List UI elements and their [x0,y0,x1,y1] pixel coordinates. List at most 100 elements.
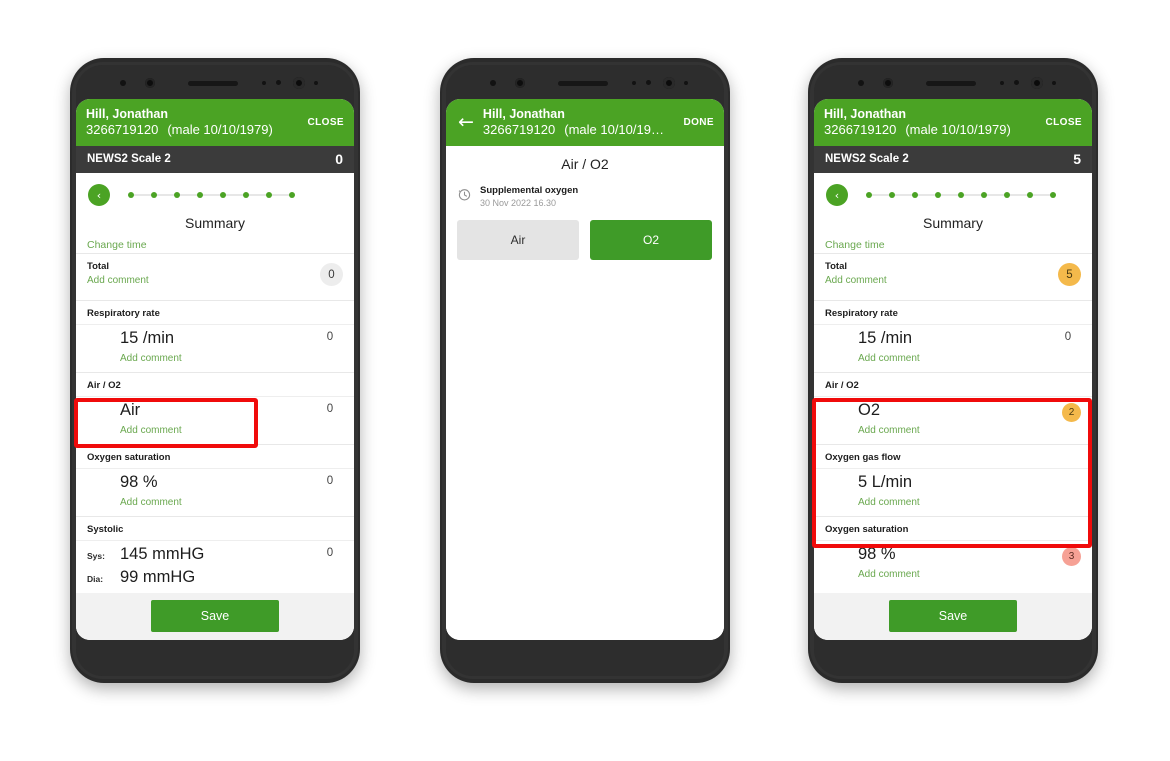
section-title: Respiratory rate [814,300,1092,324]
phone-bottom-bezel [76,640,354,676]
add-comment-link[interactable]: Add comment [858,422,1062,444]
value-row[interactable]: 98 % Add comment 3 [814,540,1092,588]
add-comment-link[interactable]: Add comment [120,494,317,516]
sensor-icon [1014,80,1019,85]
body-filler [446,260,724,640]
done-button[interactable]: DONE [678,117,715,128]
value-row[interactable]: Sys: 145 mmHG Dia: 99 mmHG 0 [76,540,354,593]
phone-device-1: Hill, Jonathan 3266719120 (male 10/10/197… [70,58,360,683]
earpiece-speaker-icon [926,81,976,86]
page-title: Air / O2 [446,146,724,184]
patient-identity: Hill, Jonathan 3266719120 (male 10/10/19… [483,107,678,138]
add-comment-link[interactable]: Add comment [858,494,1055,516]
sensor-icon [1052,81,1056,85]
stepper-dot[interactable] [889,192,895,198]
add-comment-link[interactable]: Add comment [120,350,317,372]
add-comment-link[interactable]: Add comment [120,422,317,444]
value-row[interactable]: 15 /min Add comment 0 [814,324,1092,372]
change-time-link[interactable]: Change time [76,233,354,253]
sensor-icon [632,81,636,85]
stepper-dot[interactable] [243,192,249,198]
phone-2-screen: ← Hill, Jonathan 3266719120 (male 10/10/1… [446,99,724,640]
sensor-icon [262,81,266,85]
earpiece-speaker-icon [188,81,238,86]
add-comment-link[interactable]: Add comment [87,272,320,294]
stepper-back-button[interactable]: ‹ [826,184,848,206]
stepper-dot[interactable] [1027,192,1033,198]
stepper-dot[interactable] [197,192,203,198]
close-button[interactable]: CLOSE [1040,117,1082,128]
phone-top-bezel [814,65,1092,99]
stepper-dot[interactable] [1050,192,1056,198]
phone-body: Hill, Jonathan 3266719120 (male 10/10/197… [814,65,1092,676]
stepper-dot[interactable] [935,192,941,198]
save-button[interactable]: Save [151,600,279,632]
earpiece-speaker-icon [558,81,608,86]
option-air-button[interactable]: Air [457,220,579,260]
stepper-dot[interactable] [128,192,134,198]
stepper-dot[interactable] [958,192,964,198]
value-row[interactable]: 15 /min Add comment 0 [76,324,354,372]
chevron-left-icon: ‹ [834,188,840,202]
patient-name: Hill, Jonathan [482,106,565,121]
dia-label: Dia: [87,574,104,584]
section-respiratory-rate: Respiratory rate 15 /min Add comment 0 [814,300,1092,372]
close-button[interactable]: CLOSE [302,117,344,128]
change-time-link[interactable]: Change time [814,233,1092,253]
patient-details: 3266719120 (male 10/10/19… [483,122,678,138]
sensor-icon [490,80,496,86]
history-clock-icon [458,189,471,201]
value-left: 15 /min Add comment [825,327,1055,372]
wizard-stepper: ‹ [814,173,1092,210]
sensor-icon [1000,81,1004,85]
stepper-dot[interactable] [220,192,226,198]
stepper-dots [866,192,1056,198]
section-air-o2: Air / O2 O2 Add comment 2 [814,372,1092,444]
add-comment-link[interactable]: Add comment [825,272,1058,294]
phone-device-3: Hill, Jonathan 3266719120 (male 10/10/197… [808,58,1098,683]
app-header: ← Hill, Jonathan 3266719120 (male 10/10/1… [446,99,724,146]
patient-id: 3266719120 [86,121,159,137]
row-score: 0 [326,547,334,559]
row-score: 0 [326,331,334,343]
value-row[interactable]: O2 Add comment 2 [814,396,1092,444]
stepper-dot[interactable] [266,192,272,198]
sensor-icon [858,80,864,86]
stepper-back-button[interactable]: ‹ [88,184,110,206]
option-o2-button[interactable]: O2 [590,220,712,260]
value-row[interactable]: 98 % Add comment 0 [76,468,354,516]
value-text: 5 L/min [858,473,913,491]
stepper-dot[interactable] [912,192,918,198]
stepper-dot[interactable] [151,192,157,198]
phone-1-body: ‹ Summary Change time Total Add comment … [76,173,354,640]
save-button[interactable]: Save [889,600,1017,632]
chevron-left-icon: ‹ [96,188,102,202]
back-arrow-icon[interactable]: ← [456,112,483,132]
section-oxygen-saturation: Oxygen saturation 98 % Add comment 0 [76,444,354,516]
supplemental-label: Supplemental oxygen [480,185,579,196]
section-title: Air / O2 [814,372,1092,396]
stepper-dot[interactable] [174,192,180,198]
stepper-dot[interactable] [866,192,872,198]
value-row[interactable]: Air Add comment 0 [76,396,354,444]
add-comment-link[interactable]: Add comment [858,566,1062,588]
phone-body: ← Hill, Jonathan 3266719120 (male 10/10/1… [446,65,724,676]
stepper-dot[interactable] [1004,192,1010,198]
dia-value: 99 mmHG [120,568,196,586]
patient-meta: (male 10/10/1979) [167,121,273,137]
stepper-dot[interactable] [289,192,295,198]
phone-2-body: Air / O2 Supplemental oxygen 30 Nov 2022… [446,146,724,640]
value-text: O2 [858,401,881,419]
patient-meta: (male 10/10/19… [564,121,664,137]
value-row[interactable]: 5 L/min Add comment [814,468,1092,516]
total-label: Total [87,261,109,272]
stepper-dot[interactable] [981,192,987,198]
row-score-badge: 3 [1062,547,1081,566]
stepper-dots [128,192,295,198]
systolic-line: Sys: 145 mmHG [87,543,317,566]
front-camera-icon [293,77,305,89]
patient-details: 3266719120 (male 10/10/1979) [86,122,302,138]
supplemental-text: Supplemental oxygen 30 Nov 2022 16.30 [480,184,712,210]
add-comment-link[interactable]: Add comment [858,350,1055,372]
front-camera-icon [1031,77,1043,89]
